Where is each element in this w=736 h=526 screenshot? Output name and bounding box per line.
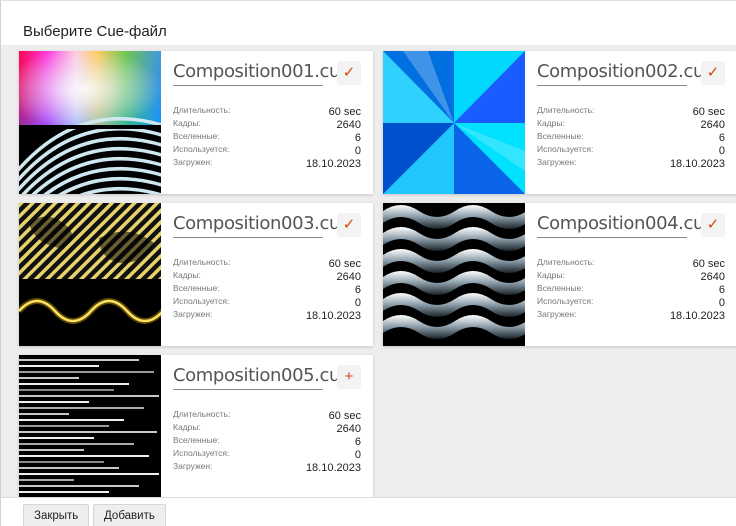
cue-card[interactable]: Composition005.cue + Длительность: 60 sec…	[19, 355, 373, 498]
universes-value: 6	[718, 284, 725, 296]
cue-meta: Длительность: 60 sec Кадры: 2640 Вселенные…	[537, 105, 725, 170]
check-icon[interactable]: ✓	[701, 213, 725, 237]
cue-card[interactable]: Composition004.cue ✓ Длительность: 60 sec…	[383, 203, 736, 346]
plus-icon[interactable]: +	[337, 365, 361, 389]
cue-thumbnail	[383, 51, 525, 194]
cue-file-name: Composition001.cue	[173, 61, 351, 82]
used-value: 0	[354, 449, 361, 461]
used-value: 0	[354, 145, 361, 157]
frames-value: 2640	[700, 119, 725, 131]
cue-file-dialog: Выберите Cue-файл Composition001.cue ✓ Д…	[0, 0, 736, 526]
loaded-value: 18.10.2023	[305, 310, 361, 322]
cue-file-grid: Composition001.cue ✓ Длительность: 60 sec…	[1, 45, 736, 498]
loaded-value: 18.10.2023	[305, 158, 361, 170]
universes-value: 6	[718, 132, 725, 144]
dialog-title: Выберите Cue-файл	[23, 23, 167, 40]
cue-card[interactable]: Composition001.cue ✓ Длительность: 60 sec…	[19, 51, 373, 194]
cue-thumbnail	[19, 51, 161, 194]
loaded-value: 18.10.2023	[669, 158, 725, 170]
universes-value: 6	[354, 132, 361, 144]
frames-value: 2640	[700, 271, 725, 283]
loaded-value: 18.10.2023	[669, 310, 725, 322]
cue-thumbnail	[19, 355, 161, 498]
used-value: 0	[718, 297, 725, 309]
frames-value: 2640	[336, 423, 361, 435]
duration-value: 60 sec	[692, 258, 725, 270]
cue-file-name: Composition005.cue	[173, 365, 351, 386]
duration-value: 60 sec	[328, 410, 361, 422]
cue-thumbnail	[19, 203, 161, 346]
duration-value: 60 sec	[692, 106, 725, 118]
universes-value: 6	[354, 436, 361, 448]
cue-file-name: Composition003.cue	[173, 213, 351, 234]
loaded-value: 18.10.2023	[305, 462, 361, 474]
universes-value: 6	[354, 284, 361, 296]
check-icon[interactable]: ✓	[337, 213, 361, 237]
check-icon[interactable]: ✓	[337, 61, 361, 85]
cue-card[interactable]: Composition002.cue ✓ Длительность: 60 sec…	[383, 51, 736, 194]
add-button[interactable]: Добавить	[93, 504, 166, 526]
cue-file-name: Composition002.cue	[537, 61, 715, 82]
frames-value: 2640	[336, 271, 361, 283]
cue-file-name: Composition004.cue	[537, 213, 715, 234]
duration-value: 60 sec	[328, 258, 361, 270]
cue-thumbnail	[383, 203, 525, 346]
used-value: 0	[354, 297, 361, 309]
frames-value: 2640	[336, 119, 361, 131]
cue-meta: Длительность: 60 sec Кадры: 2640 Вселенные…	[173, 105, 361, 170]
check-icon[interactable]: ✓	[701, 61, 725, 85]
cue-meta: Длительность: 60 sec Кадры: 2640 Вселенные…	[173, 257, 361, 322]
duration-value: 60 sec	[328, 106, 361, 118]
cue-meta: Длительность: 60 sec Кадры: 2640 Вселенные…	[173, 409, 361, 474]
cue-meta: Длительность: 60 sec Кадры: 2640 Вселенные…	[537, 257, 725, 322]
cue-card[interactable]: Composition003.cue ✓ Длительность: 60 sec…	[19, 203, 373, 346]
close-button[interactable]: Закрыть	[23, 504, 90, 526]
dialog-footer: Закрыть Добавить	[1, 497, 736, 526]
used-value: 0	[718, 145, 725, 157]
